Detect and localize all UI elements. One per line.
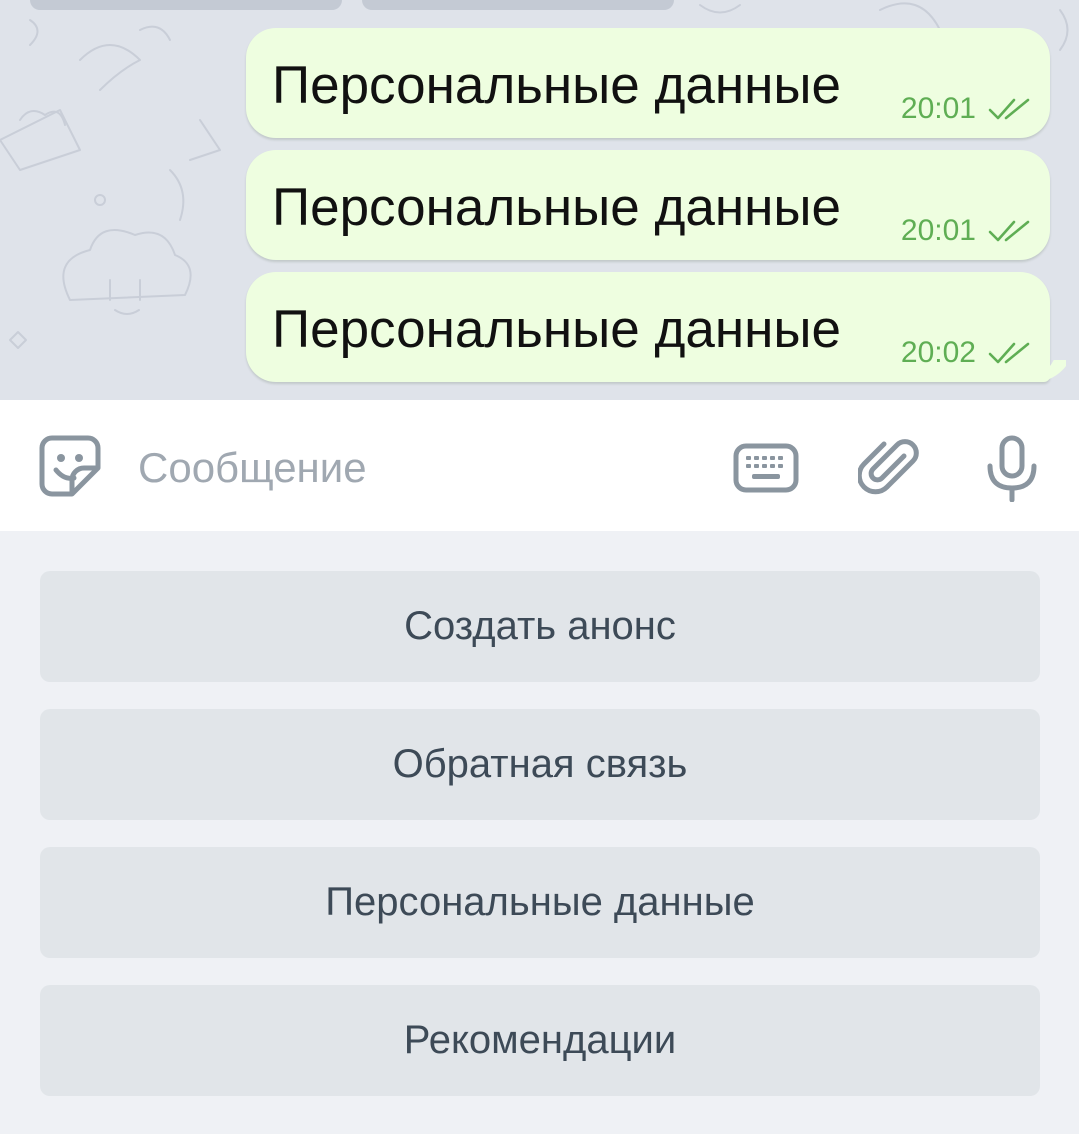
message-text: Персональные данные <box>272 56 841 115</box>
date-chip <box>30 0 342 10</box>
reply-button-feedback[interactable]: Обратная связь <box>40 709 1040 820</box>
reply-button-personal-data[interactable]: Персональные данные <box>40 847 1040 958</box>
bubble-tail <box>1042 360 1066 382</box>
outgoing-message[interactable]: Персональные данные 20:02 <box>246 272 1050 382</box>
double-check-icon <box>988 341 1032 365</box>
message-composer <box>0 400 1079 531</box>
paperclip-icon[interactable] <box>858 434 922 498</box>
message-input[interactable] <box>138 438 698 498</box>
date-chip <box>362 0 674 10</box>
message-time: 20:02 <box>900 336 976 369</box>
outgoing-message[interactable]: Персональные данные 20:01 <box>246 150 1050 260</box>
message-meta: 20:02 <box>901 336 1032 370</box>
bot-reply-keyboard: Создать анонс Обратная связь Персональны… <box>0 531 1079 1134</box>
message-text: Персональные данные <box>272 178 841 237</box>
double-check-icon <box>988 219 1032 243</box>
message-meta: 20:01 <box>901 214 1032 248</box>
message-time: 20:01 <box>900 214 976 247</box>
double-check-icon <box>988 97 1032 121</box>
chat-area[interactable]: Персональные данные 20:01 Персональные д… <box>0 0 1079 400</box>
keyboard-icon[interactable] <box>732 434 800 498</box>
reply-button-create-announcement[interactable]: Создать анонс <box>40 571 1040 682</box>
sticker-icon[interactable] <box>38 434 102 498</box>
message-meta: 20:01 <box>901 92 1032 126</box>
outgoing-message[interactable]: Персональные данные 20:01 <box>246 28 1050 138</box>
message-text: Персональные данные <box>272 300 841 359</box>
message-time: 20:01 <box>900 92 976 125</box>
microphone-icon[interactable] <box>982 434 1042 502</box>
reply-button-recommendations[interactable]: Рекомендации <box>40 985 1040 1096</box>
